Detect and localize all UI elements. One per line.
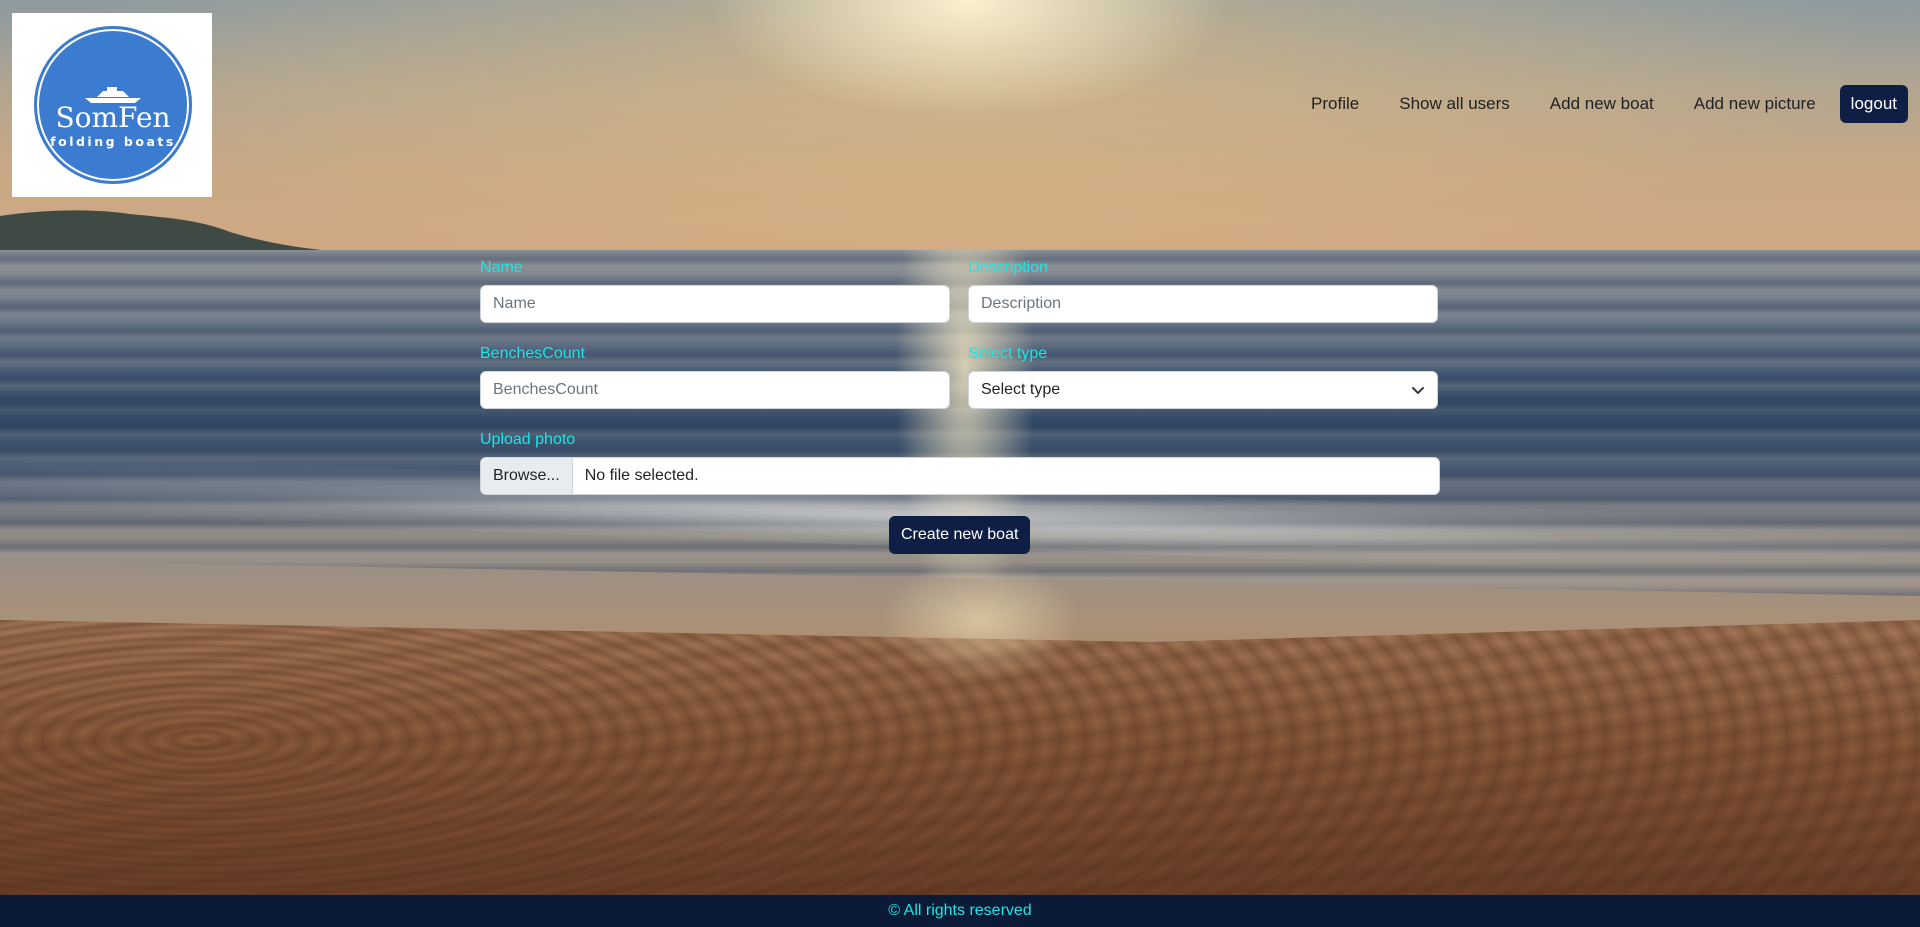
benches-count-input[interactable] (480, 371, 950, 409)
top-nav: Profile Show all users Add new boat Add … (1291, 85, 1908, 123)
nav-show-all-users[interactable]: Show all users (1379, 85, 1530, 123)
sun-glare (880, 560, 1080, 680)
description-field-group: Description (968, 258, 1438, 323)
description-input[interactable] (968, 285, 1438, 323)
photo-file-input[interactable]: Browse... No file selected. (480, 457, 1440, 495)
name-label: Name (480, 259, 523, 276)
type-select[interactable]: Select type (968, 371, 1438, 409)
footer-text: © All rights reserved (888, 902, 1032, 919)
type-select-value: Select type (981, 381, 1061, 398)
logo-circle: SomFen folding boats (34, 26, 192, 184)
chevron-down-icon (1412, 387, 1424, 394)
create-new-boat-button[interactable]: Create new boat (889, 516, 1031, 554)
description-label: Description (968, 259, 1049, 276)
footer: © All rights reserved (0, 895, 1920, 927)
logout-button[interactable]: logout (1839, 85, 1908, 123)
headland (0, 210, 340, 252)
file-status: No file selected. (584, 467, 699, 484)
benches-field-group: BenchesCount (480, 344, 950, 409)
browse-button[interactable]: Browse... (481, 458, 573, 494)
nav-add-new-picture[interactable]: Add new picture (1674, 85, 1836, 123)
nav-profile[interactable]: Profile (1291, 85, 1379, 123)
photo-label: Upload photo (480, 431, 576, 448)
type-field-group: Select type Select type (968, 344, 1438, 409)
logo-subtitle: folding boats (50, 134, 176, 149)
photo-field-group: Upload photo Browse... No file selected. (480, 430, 1440, 495)
logo-name: SomFen (55, 101, 171, 134)
nav-add-new-boat[interactable]: Add new boat (1530, 85, 1674, 123)
benches-label: BenchesCount (480, 345, 585, 362)
logo[interactable]: SomFen folding boats (12, 13, 212, 197)
type-label: Select type (968, 345, 1048, 362)
name-input[interactable] (480, 285, 950, 323)
name-field-group: Name (480, 258, 950, 323)
